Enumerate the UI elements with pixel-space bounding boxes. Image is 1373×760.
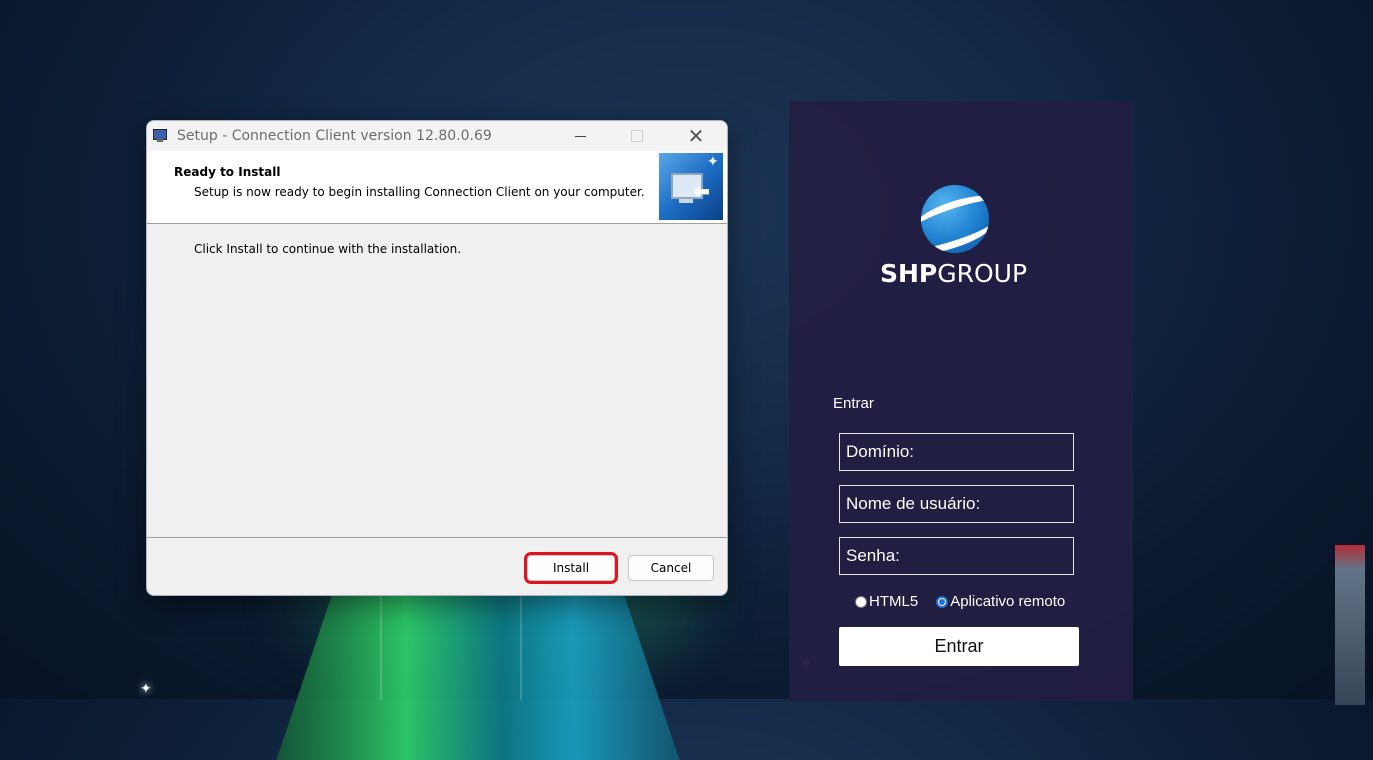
cancel-button[interactable]: Cancel [628,555,714,581]
login-panel: SHPGROUP Entrar Domínio: Nome de usuário… [789,101,1133,701]
company-logo-text: SHPGROUP [880,259,1028,288]
setup-window: Setup - Connection Client version 12.80.… [146,120,728,596]
background-right-tower [1335,545,1365,705]
header-title: Ready to Install [174,165,281,179]
header-subtitle: Setup is now ready to begin installing C… [194,185,645,199]
close-button[interactable]: ✕ [673,121,719,151]
remote-app-radio[interactable] [936,595,949,608]
username-field[interactable]: Nome de usuário: [839,485,1074,523]
title-bar[interactable]: Setup - Connection Client version 12.80.… [147,121,727,151]
maximize-button[interactable] [614,121,660,151]
domain-field[interactable]: Domínio: [839,433,1074,471]
maximize-icon [631,130,643,142]
window-title: Setup - Connection Client version 12.80.… [177,128,492,144]
background-light: ✦ [140,680,152,696]
password-field[interactable]: Senha: [839,537,1074,575]
close-icon: ✕ [687,125,705,148]
html5-radio[interactable] [855,595,867,608]
remote-app-label[interactable]: Aplicativo remoto [950,593,1065,610]
wizard-header: Ready to Install Setup is now ready to b… [147,151,727,224]
wizard-computer-icon: ⬅ ✦ [659,153,723,220]
setup-app-icon [151,127,169,145]
html5-label[interactable]: HTML5 [869,593,918,610]
mode-selector: HTML5 Aplicativo remoto [855,593,1065,610]
minimize-icon [574,135,586,137]
login-submit-button[interactable]: Entrar [839,627,1079,666]
instruction-text: Click Install to continue with the insta… [194,242,462,256]
minimize-button[interactable] [557,121,603,151]
login-heading: Entrar [833,395,874,412]
install-button[interactable]: Install [524,552,618,584]
footer-divider [147,537,727,538]
shp-logo-icon [921,185,989,253]
